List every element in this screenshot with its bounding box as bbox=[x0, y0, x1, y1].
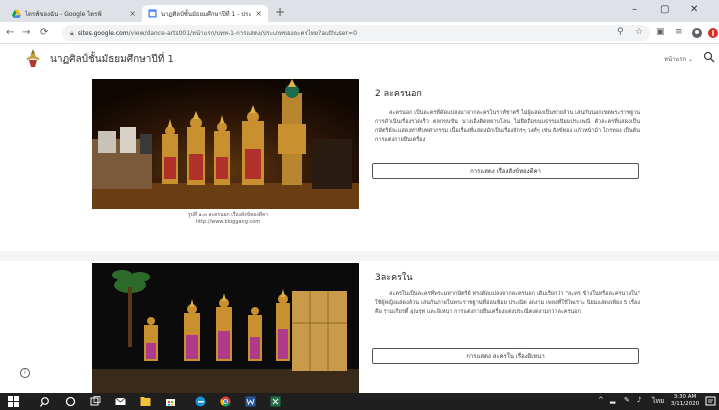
cortana-icon[interactable] bbox=[65, 396, 76, 407]
info-icon[interactable]: i bbox=[20, 368, 30, 378]
site-header: นาฏศิลป์ชั้นมัธยมศึกษาปีที่ 1 หน้าแรก ⌄ bbox=[0, 44, 719, 73]
file-explorer-icon[interactable] bbox=[140, 396, 151, 407]
page-content: รูปที่ ๑.๓ ละครนอก เรื่องสังข์ทองตีคา ht… bbox=[0, 73, 719, 393]
show-hidden-icons-icon[interactable]: ^ bbox=[598, 396, 604, 404]
word-icon[interactable] bbox=[245, 396, 256, 407]
back-arrow-icon[interactable]: ← bbox=[6, 27, 14, 39]
tab-title: นาฏศิลป์ชั้นมัธยมศึกษาปีที่ 1 - ประเภท bbox=[161, 10, 252, 18]
address-bar[interactable]: 🔒︎ sites.google.com /view/dance-arts001/… bbox=[62, 25, 650, 41]
mail-icon[interactable] bbox=[115, 396, 126, 407]
caption-link[interactable]: http://www.bloggang.com bbox=[158, 219, 298, 226]
language-indicator[interactable]: ไทย bbox=[652, 396, 664, 407]
close-tab-icon[interactable]: × bbox=[129, 9, 136, 18]
lakhon-nai-photo bbox=[92, 263, 359, 393]
pen-icon[interactable]: ✎ bbox=[624, 396, 630, 404]
lakhon-nok-video-button[interactable]: การแสดง เรื่องสังข์ทองตีคา bbox=[372, 163, 639, 179]
reading-list-icon[interactable]: ≡ bbox=[675, 27, 683, 37]
volume-icon[interactable]: ♪ bbox=[637, 396, 641, 404]
browser-toolbar: ← → ⟳ 🔒︎ sites.google.com /view/dance-ar… bbox=[0, 22, 719, 44]
new-tab-button[interactable]: + bbox=[275, 5, 285, 19]
url-host: sites.google.com bbox=[77, 29, 129, 37]
profile-avatar-icon[interactable] bbox=[692, 28, 702, 38]
windows-taskbar: ^ ▂ ✎ ♪ ไทย 3:30 AM 3/11/2020 bbox=[0, 393, 719, 410]
chrome-icon[interactable] bbox=[220, 396, 231, 407]
chrome-menu-icon[interactable] bbox=[708, 28, 718, 38]
maximize-button[interactable]: ▢ bbox=[660, 4, 669, 15]
tab-title: ไดรฟ์ของฉัน - Google ไดรฟ์ bbox=[25, 10, 102, 18]
notification-center-icon[interactable] bbox=[705, 396, 716, 407]
clock-date: 3/11/2020 bbox=[670, 401, 700, 407]
lakhon-nok-photo bbox=[92, 79, 359, 209]
section-heading: 2 ละครนอก bbox=[375, 89, 422, 99]
bookmark-star-icon[interactable]: ☆ bbox=[635, 27, 643, 37]
google-sites-icon bbox=[148, 9, 157, 18]
section-divider bbox=[0, 251, 719, 261]
task-view-icon[interactable] bbox=[90, 396, 101, 407]
section-paragraph: ละครนอก เป็นละครที่ดัดแปลงมาจากละครโนราห… bbox=[375, 110, 640, 143]
network-icon[interactable]: ▂ bbox=[610, 396, 615, 404]
lakhon-nai-video-button[interactable]: การแสดง ละครใน เรื่องอิเหนา bbox=[372, 348, 639, 364]
section-heading: 3ละครใน bbox=[375, 273, 413, 283]
search-icon[interactable] bbox=[703, 51, 715, 63]
site-title[interactable]: นาฏศิลป์ชั้นมัธยมศึกษาปีที่ 1 bbox=[50, 52, 174, 67]
tab-google-sites[interactable]: นาฏศิลป์ชั้นมัธยมศึกษาปีที่ 1 - ประเภท × bbox=[142, 5, 268, 22]
zoom-icon[interactable]: ⚲ bbox=[617, 27, 624, 37]
store-icon[interactable] bbox=[165, 396, 176, 407]
site-logo-icon[interactable] bbox=[22, 48, 44, 68]
section-paragraph: ละครในเป็นละครที่พระมหากษัตริย์ ทรงดัดแป… bbox=[375, 291, 640, 315]
windows-start-icon[interactable] bbox=[8, 396, 19, 407]
search-icon[interactable] bbox=[40, 396, 51, 407]
image-caption: รูปที่ ๑.๓ ละครนอก เรื่องสังข์ทองตีคา ht… bbox=[158, 212, 298, 226]
forward-arrow-icon[interactable]: → bbox=[22, 27, 30, 39]
reload-icon[interactable]: ⟳ bbox=[40, 27, 48, 39]
excel-icon[interactable] bbox=[270, 396, 281, 407]
clock-time: 3:30 AM bbox=[673, 394, 697, 400]
edge-icon[interactable] bbox=[195, 396, 206, 407]
system-clock[interactable]: 3:30 AM 3/11/2020 bbox=[670, 394, 700, 408]
browser-tab-strip: ไดรฟ์ของฉัน - Google ไดรฟ์ × นาฏศิลป์ชั้… bbox=[0, 0, 719, 22]
caption-line: รูปที่ ๑.๓ ละครนอก เรื่องสังข์ทองตีคา bbox=[187, 212, 269, 218]
url-path: /view/dance-arts001/หน้าแรก/บทท-1-การแสด… bbox=[128, 30, 357, 37]
tab-google-drive[interactable]: ไดรฟ์ของฉัน - Google ไดรฟ์ × bbox=[6, 5, 142, 22]
extension-icon[interactable]: ▣ bbox=[656, 27, 665, 37]
google-drive-icon bbox=[12, 9, 21, 18]
lock-icon: 🔒︎ bbox=[70, 28, 74, 37]
minimize-button[interactable]: – bbox=[632, 4, 637, 15]
close-window-button[interactable]: ✕ bbox=[690, 4, 698, 15]
close-tab-icon[interactable]: × bbox=[255, 9, 262, 18]
page-nav-dropdown[interactable]: หน้าแรก ⌄ bbox=[664, 54, 693, 64]
